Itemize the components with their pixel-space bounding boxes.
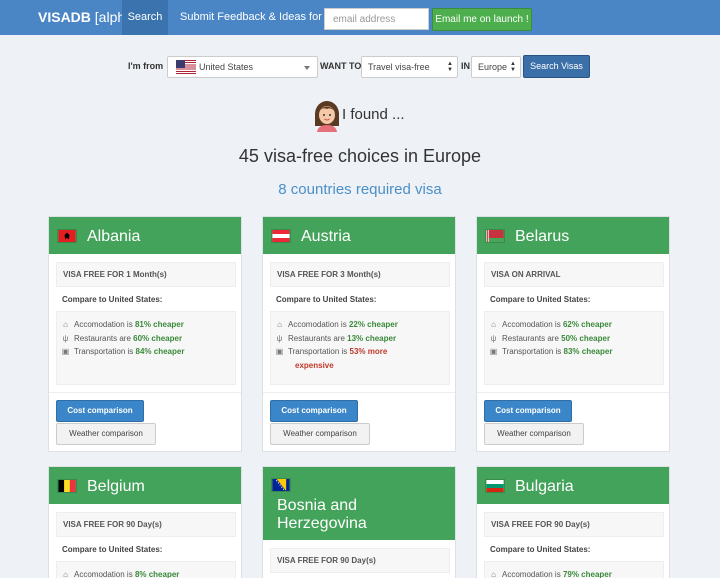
required-visa-link[interactable]: 8 countries required visa: [0, 181, 720, 198]
visa-status: VISA FREE FOR 1 Month(s): [56, 262, 236, 287]
us-flag-icon: [176, 60, 196, 74]
chevron-down-icon: [304, 66, 310, 70]
divider: [263, 392, 455, 393]
country-card-belgium: Belgium VISA FREE FOR 90 Day(s) Compare …: [48, 466, 242, 578]
visa-status: VISA FREE FOR 3 Month(s): [270, 262, 450, 287]
accommodation-stat: ⌂ Accomodation is 62% cheaper: [489, 320, 612, 329]
compare-label: Compare to United States:: [490, 295, 591, 304]
country-name-line1: Bosnia and: [277, 497, 358, 514]
divider: [477, 392, 669, 393]
nav-search-link[interactable]: Search: [122, 0, 168, 35]
card-header[interactable]: Austria: [263, 217, 455, 254]
region-select-value: Europe: [478, 62, 508, 72]
transportation-stat-cont: expensive: [295, 361, 334, 370]
from-label: I'm from: [128, 61, 164, 71]
weather-comparison-button[interactable]: Weather comparison: [56, 423, 156, 445]
car-icon: ▣: [489, 347, 498, 356]
visa-status: VISA FREE FOR 90 Day(s): [484, 512, 664, 537]
country-card-bulgaria: Bulgaria VISA FREE FOR 90 Day(s) Compare…: [476, 466, 670, 578]
home-icon: ⌂: [63, 320, 68, 329]
country-name-line2: Herzegovina: [277, 515, 367, 532]
want-select-value: Travel visa-free: [368, 62, 430, 72]
country-card-bosnia: Bosnia and Herzegovina VISA FREE FOR 90 …: [262, 466, 456, 578]
compare-label: Compare to United States:: [62, 545, 163, 554]
search-visas-button[interactable]: Search Visas: [523, 55, 590, 78]
country-select-value: United States: [199, 62, 254, 72]
card-header[interactable]: Belarus: [477, 217, 669, 254]
home-icon: ⌂: [491, 320, 496, 329]
transportation-stat: ▣ Transportation is 53% more: [275, 347, 388, 356]
car-icon: ▣: [275, 347, 284, 356]
email-input[interactable]: [324, 8, 429, 30]
region-select[interactable]: Europe ▲ ▼: [471, 56, 521, 78]
cost-comparison-button[interactable]: Cost comparison: [270, 400, 358, 422]
country-card-austria: Austria VISA FREE FOR 3 Month(s) Compare…: [262, 216, 456, 452]
home-icon: ⌂: [277, 320, 282, 329]
transportation-stat: ▣ Transportation is 83% cheaper: [489, 347, 613, 356]
cost-comparison-button[interactable]: Cost comparison: [484, 400, 572, 422]
compare-label: Compare to United States:: [490, 545, 591, 554]
country-name: Albania: [87, 228, 141, 245]
want-select[interactable]: Travel visa-free ▲ ▼: [361, 56, 458, 78]
visa-status: VISA FREE FOR 90 Day(s): [56, 512, 236, 537]
results-headline: 45 visa-free choices in Europe: [238, 146, 482, 166]
home-icon: ⌂: [63, 570, 68, 578]
country-card-albania: Albania VISA FREE FOR 1 Month(s) Compare…: [48, 216, 242, 452]
country-name: Austria: [301, 228, 351, 245]
cutlery-icon: ψ: [276, 334, 283, 343]
cost-comparison-button[interactable]: Cost comparison: [56, 400, 144, 422]
cutlery-icon: ψ: [62, 334, 69, 343]
weather-comparison-button[interactable]: Weather comparison: [484, 423, 584, 445]
navbar: VISADB [alpha] Search Submit Feedback & …: [0, 0, 720, 35]
accommodation-stat: ⌂ Accomodation is 79% cheaper: [489, 570, 612, 578]
car-icon: ▣: [61, 347, 70, 356]
compare-label: Compare to United States:: [62, 295, 163, 304]
card-header[interactable]: Belgium: [49, 467, 241, 504]
email-launch-button[interactable]: Email me on launch !: [432, 8, 532, 31]
albania-flag-icon: [57, 229, 77, 243]
bosnia-flag-icon: [271, 478, 291, 492]
card-header[interactable]: Bosnia and Herzegovina: [263, 467, 455, 540]
country-name: Belarus: [515, 228, 570, 245]
want-label: WANT TO: [320, 61, 362, 71]
updown-icon: ▲ ▼: [510, 61, 516, 73]
found-text: I found ...: [342, 106, 405, 123]
brand-name: VISADB: [38, 9, 91, 25]
card-header[interactable]: Albania: [49, 217, 241, 254]
belgium-flag-icon: [57, 479, 77, 493]
transportation-stat: ▣ Transportation is 84% cheaper: [61, 347, 185, 356]
compare-label: Compare to United States:: [276, 295, 377, 304]
visa-status: VISA ON ARRIVAL: [484, 262, 664, 287]
visa-status: VISA FREE FOR 90 Day(s): [270, 548, 450, 573]
in-label: IN: [461, 61, 470, 71]
weather-comparison-button[interactable]: Weather comparison: [270, 423, 370, 445]
austria-flag-icon: [271, 229, 291, 243]
bulgaria-flag-icon: [485, 479, 505, 493]
country-select[interactable]: United States: [167, 56, 318, 78]
home-icon: ⌂: [491, 570, 496, 578]
cutlery-icon: ψ: [490, 334, 497, 343]
accommodation-stat: ⌂ Accomodation is 81% cheaper: [61, 320, 184, 329]
woman-avatar-icon: [315, 101, 339, 132]
restaurants-stat: ψ Restaurants are 60% cheaper: [62, 334, 183, 343]
accommodation-stat: ⌂ Accomodation is 22% cheaper: [275, 320, 398, 329]
restaurants-stat: ψ Restaurants are 50% cheaper: [490, 334, 611, 343]
country-name: Bulgaria: [515, 478, 574, 495]
divider: [49, 392, 241, 393]
updown-icon: ▲ ▼: [447, 61, 453, 73]
belarus-flag-icon: [485, 229, 505, 243]
country-name: Belgium: [87, 478, 145, 495]
restaurants-stat: ψ Restaurants are 13% cheaper: [276, 334, 397, 343]
country-card-belarus: Belarus VISA ON ARRIVAL Compare to Unite…: [476, 216, 670, 452]
accommodation-stat: ⌂ Accomodation is 8% cheaper: [61, 570, 179, 578]
card-header[interactable]: Bulgaria: [477, 467, 669, 504]
